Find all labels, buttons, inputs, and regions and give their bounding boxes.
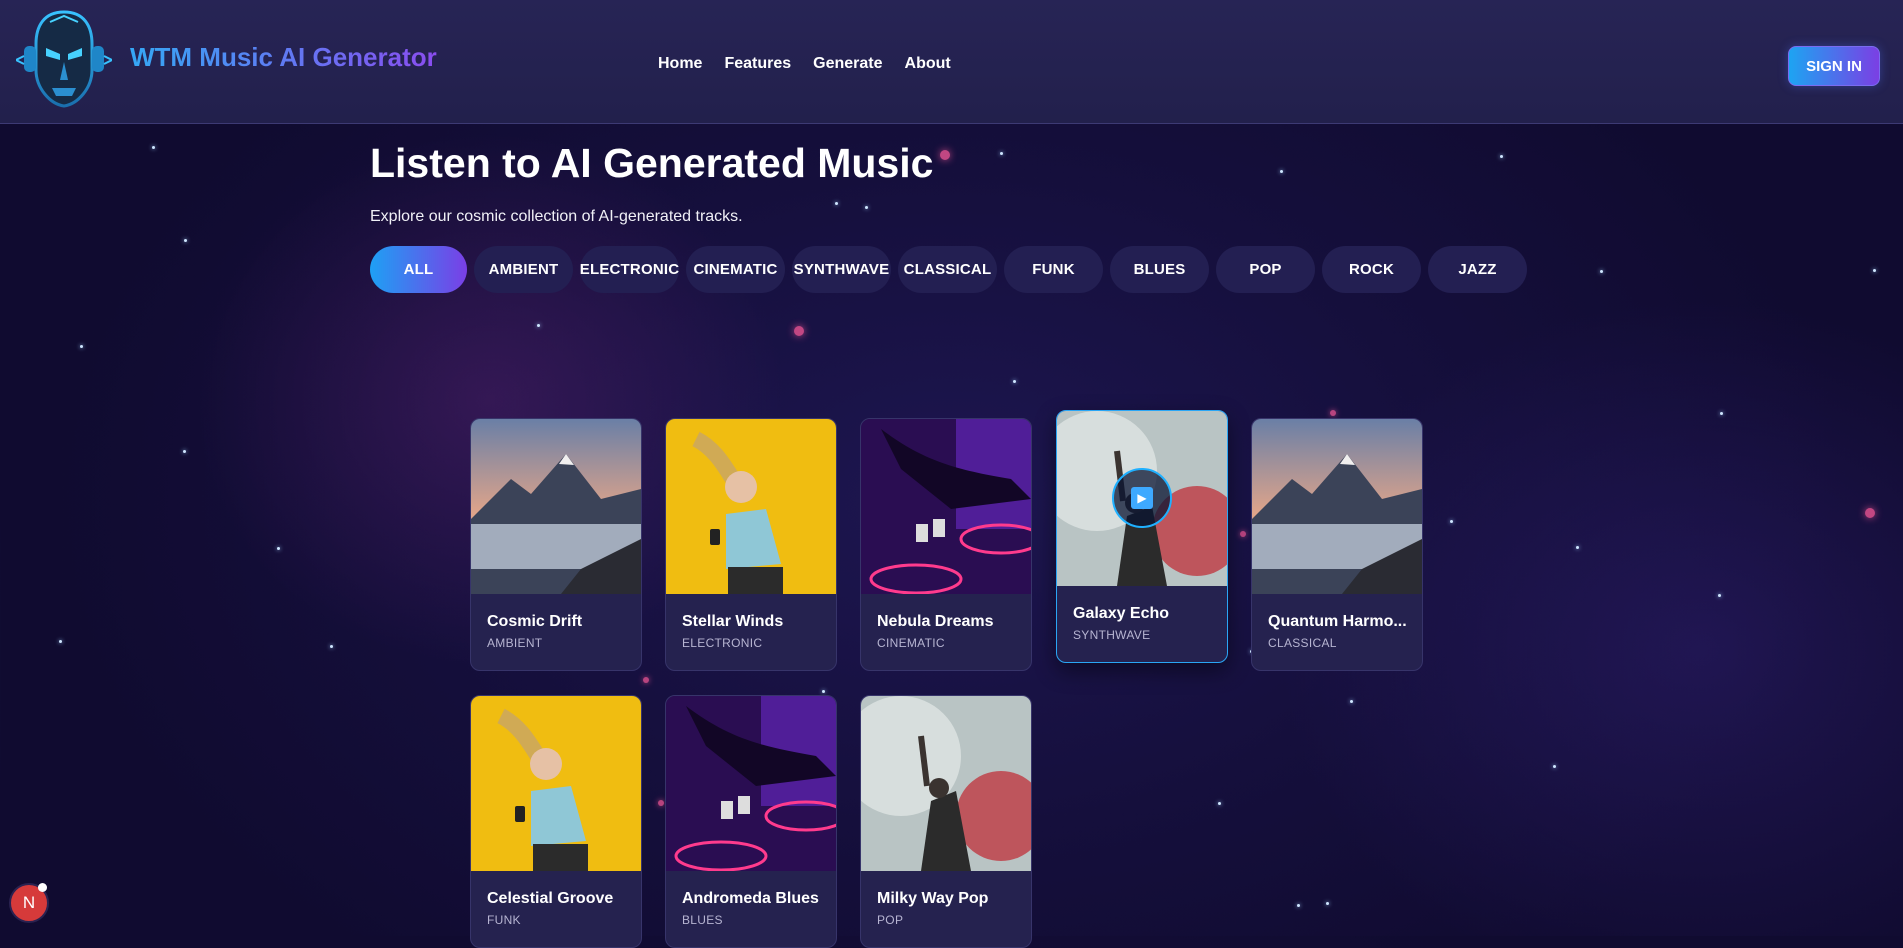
dev-tools-status-dot: [38, 883, 47, 892]
track-genre: SYNTHWAVE: [1073, 628, 1151, 642]
track-title: Celestial Groove: [487, 890, 614, 907]
mountain-cover-image: [471, 419, 641, 594]
track-card[interactable]: ▶ Galaxy Echo SYNTHWAVE: [1056, 410, 1228, 663]
track-card[interactable]: Nebula Dreams CINEMATIC: [860, 418, 1032, 671]
top-header: WTM Music AI Generator Home Features Gen…: [0, 0, 1903, 124]
track-title: Nebula Dreams: [877, 613, 994, 630]
track-genre: FUNK: [487, 913, 521, 927]
filter-blues[interactable]: BLUES: [1110, 246, 1209, 293]
filter-synthwave[interactable]: SYNTHWAVE: [792, 246, 891, 293]
track-title: Milky Way Pop: [877, 890, 989, 907]
track-card[interactable]: Stellar Winds ELECTRONIC: [665, 418, 837, 671]
track-title: Quantum Harmo...: [1268, 613, 1407, 630]
track-card[interactable]: Quantum Harmo... CLASSICAL: [1251, 418, 1423, 671]
filter-jazz[interactable]: JAZZ: [1428, 246, 1527, 293]
track-title: Stellar Winds: [682, 613, 784, 630]
brand-title[interactable]: WTM Music AI Generator: [130, 42, 437, 73]
filter-electronic[interactable]: ELECTRONIC: [580, 246, 679, 293]
track-title: Galaxy Echo: [1073, 605, 1170, 622]
track-title: Cosmic Drift: [487, 613, 583, 630]
filter-pop[interactable]: POP: [1216, 246, 1315, 293]
nav-about[interactable]: About: [905, 55, 951, 73]
track-genre: BLUES: [682, 913, 723, 927]
mountain-cover-image: [1252, 419, 1422, 594]
filter-classical[interactable]: CLASSICAL: [898, 246, 997, 293]
nav-features[interactable]: Features: [724, 55, 791, 73]
play-button[interactable]: ▶: [1112, 468, 1172, 528]
nav-home[interactable]: Home: [658, 55, 702, 73]
track-card[interactable]: Celestial Groove FUNK: [470, 695, 642, 948]
track-card[interactable]: Cosmic Drift AMBIENT: [470, 418, 642, 671]
filter-cinematic[interactable]: CINEMATIC: [686, 246, 785, 293]
track-genre: CINEMATIC: [877, 636, 945, 650]
filter-rock[interactable]: ROCK: [1322, 246, 1421, 293]
dancer-cover-image: [471, 696, 641, 871]
dancer-cover-image: [666, 419, 836, 594]
filter-ambient[interactable]: AMBIENT: [474, 246, 573, 293]
main-nav: Home Features Generate About: [658, 55, 951, 73]
track-card[interactable]: Milky Way Pop POP: [860, 695, 1032, 948]
nav-generate[interactable]: Generate: [813, 55, 882, 73]
track-title: Andromeda Blues: [682, 890, 819, 907]
dj-cover-image: [861, 419, 1031, 594]
concert-cover-image: [861, 696, 1031, 871]
robot-logo-icon[interactable]: [15, 8, 113, 110]
dj-cover-image: [666, 696, 836, 871]
sign-in-button[interactable]: SIGN IN: [1788, 46, 1880, 86]
page-title: Listen to AI Generated Music: [370, 140, 934, 186]
track-genre: POP: [877, 913, 904, 927]
track-genre: CLASSICAL: [1268, 636, 1337, 650]
genre-filter-bar: ALL AMBIENT ELECTRONIC CINEMATIC SYNTHWA…: [370, 246, 1527, 293]
concert-cover-image: ▶: [1057, 411, 1227, 586]
track-card[interactable]: Andromeda Blues BLUES: [665, 695, 837, 948]
play-icon: ▶: [1131, 487, 1153, 509]
page-subtitle: Explore our cosmic collection of AI-gene…: [370, 208, 743, 225]
filter-funk[interactable]: FUNK: [1004, 246, 1103, 293]
filter-all[interactable]: ALL: [370, 246, 467, 293]
track-genre: ELECTRONIC: [682, 636, 763, 650]
track-genre: AMBIENT: [487, 636, 543, 650]
